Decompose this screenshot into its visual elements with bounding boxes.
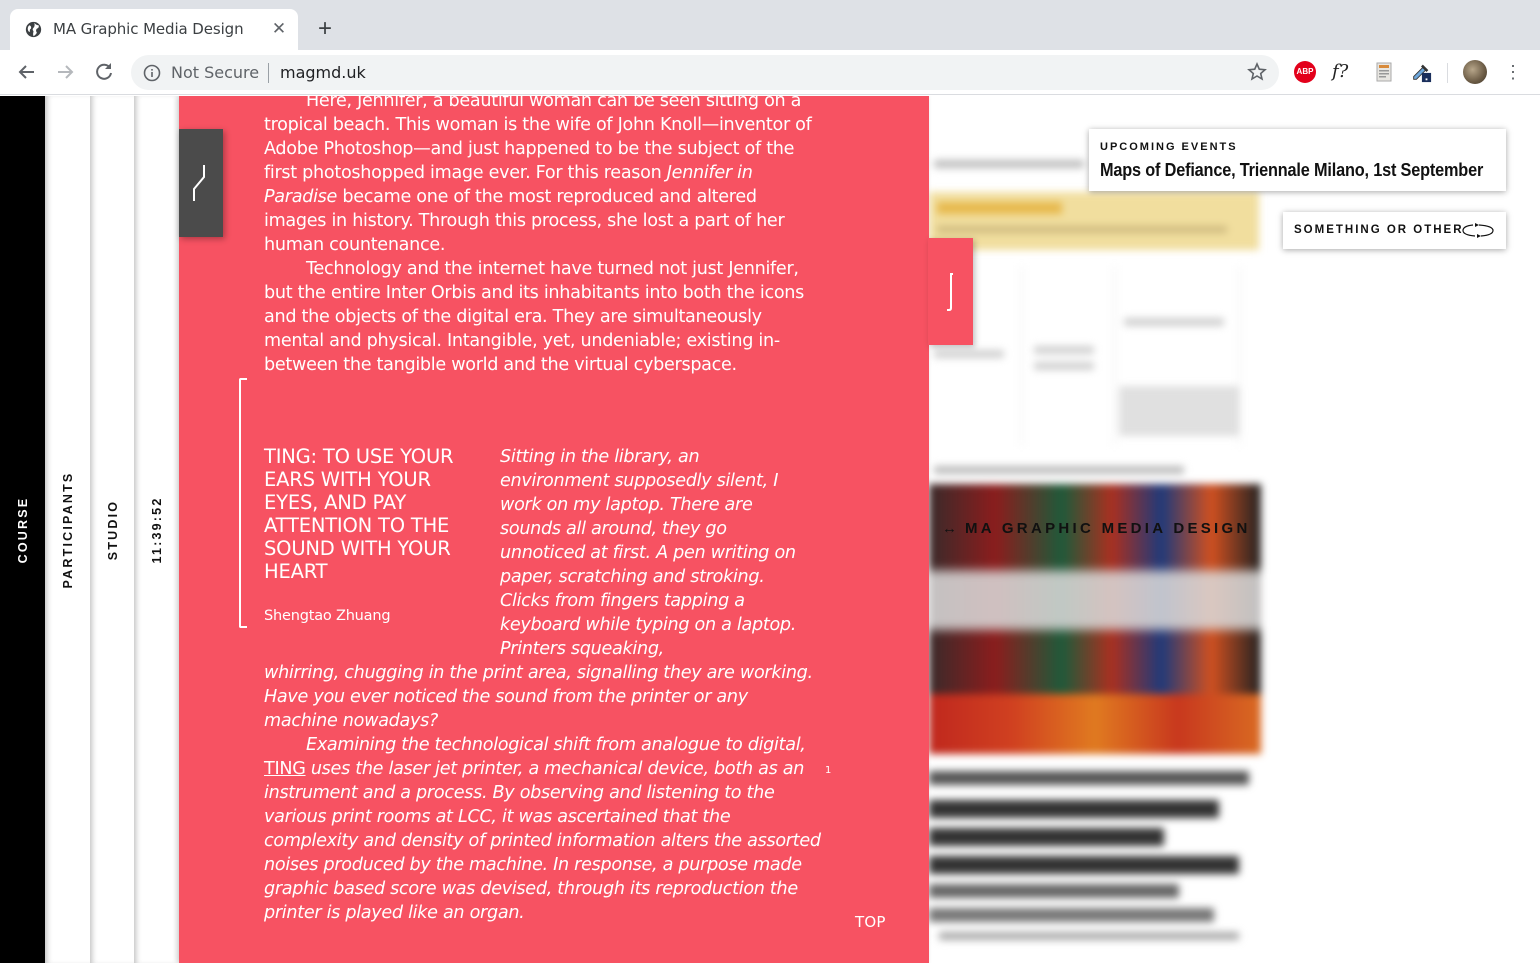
upcoming-event-title[interactable]: Maps of Defiance, Triennale Milano, 1st … xyxy=(1100,159,1483,181)
project-title: TING: TO USE YOUR EARS WITH YOUR EYES, A… xyxy=(264,445,454,583)
blurred-image-placeholder xyxy=(1119,386,1239,436)
paragraph-text: Examining the technological shift from a… xyxy=(306,735,806,755)
toolbar-divider xyxy=(1447,63,1448,83)
cycle-arrows-icon[interactable] xyxy=(1461,222,1495,239)
blurred-column-divider xyxy=(1114,266,1115,446)
blurred-headline-line xyxy=(929,828,1164,846)
nav-strip-studio[interactable]: STUDIO xyxy=(90,96,135,963)
blurred-text-line xyxy=(1034,346,1094,354)
color-picker-extension-icon[interactable] xyxy=(1410,61,1432,83)
new-tab-button[interactable]: + xyxy=(312,17,338,43)
ting-link[interactable]: TING xyxy=(264,759,306,779)
nav-course-label: COURSE xyxy=(15,496,30,564)
something-or-other-label: SOMETHING OR OTHER xyxy=(1294,224,1464,236)
site-caption-label: MA GRAPHIC MEDIA DESIGN xyxy=(965,520,1251,537)
blurred-image-stripe xyxy=(929,694,1261,754)
blurred-text-line xyxy=(934,160,1084,168)
footnote-marker[interactable]: 1 xyxy=(825,765,831,776)
project-intro-continued: whirring, chugging in the print area, si… xyxy=(264,663,813,731)
upcoming-events-label: UPCOMING EVENTS xyxy=(1100,141,1238,153)
project-body: whirring, chugging in the print area, si… xyxy=(264,661,824,925)
paragraph-text: became one of the most reproduced and al… xyxy=(264,187,785,255)
blurred-text-line xyxy=(934,466,1184,474)
panel-dark-handle[interactable] xyxy=(179,129,223,237)
font-identifier-extension-icon[interactable]: f? xyxy=(1332,61,1354,83)
reload-icon[interactable] xyxy=(91,59,117,85)
blurred-banner xyxy=(929,192,1259,250)
blurred-text-line xyxy=(929,908,1214,922)
slash-glyph-icon xyxy=(193,165,205,201)
kebab-menu-icon[interactable]: ⋮ xyxy=(1503,61,1523,83)
blurred-headline-line xyxy=(929,856,1239,874)
nav-studio-label: STUDIO xyxy=(105,499,120,561)
bookmark-star-icon[interactable] xyxy=(1246,61,1268,83)
project-intro-italic: Sitting in the library, an environment s… xyxy=(500,447,797,659)
something-or-other-card[interactable]: SOMETHING OR OTHER xyxy=(1283,212,1506,249)
close-tab-icon[interactable]: ✕ xyxy=(269,19,289,39)
security-status: Not Secure xyxy=(171,63,260,82)
blurred-text-line xyxy=(1124,318,1224,326)
site-caption[interactable]: ↔ MA GRAPHIC MEDIA DESIGN xyxy=(942,520,1251,537)
paragraph-technology: Technology and the internet have turned … xyxy=(264,259,805,375)
integral-glyph-icon xyxy=(947,273,953,311)
paragraph-jennifer: Here, Jennifer, a beautiful woman can be… xyxy=(264,96,824,257)
article-intro: Here, Jennifer, a beautiful woman can be… xyxy=(264,96,824,377)
project-bracket xyxy=(239,378,247,628)
blurred-column-divider xyxy=(1021,266,1022,446)
blurred-text-line xyxy=(1034,362,1094,370)
globe-icon xyxy=(25,21,42,38)
tab-title: MA Graphic Media Design xyxy=(53,20,244,38)
nav-strip-clock: 11:39:52 xyxy=(134,96,179,963)
browser-toolbar: Not Secure magmd.uk ABP f? ⋮ xyxy=(0,50,1540,95)
nav-strip-participants[interactable]: PARTICIPANTS xyxy=(45,96,90,963)
url-text[interactable]: magmd.uk xyxy=(280,63,366,82)
paragraph-examining: Examining the technological shift from a… xyxy=(264,733,824,925)
adblock-extension-icon[interactable]: ABP xyxy=(1294,61,1316,83)
blurred-banner-heading xyxy=(937,202,1062,214)
nav-strip-course[interactable]: COURSE xyxy=(0,96,45,963)
article-panel: Here, Jennifer, a beautiful woman can be… xyxy=(179,96,929,963)
profile-avatar[interactable] xyxy=(1463,60,1487,84)
blurred-headline-line xyxy=(929,771,1249,785)
horizontal-arrows-icon: ↔ xyxy=(942,520,957,537)
back-to-top-link[interactable]: TOP xyxy=(855,913,886,931)
forward-arrow-icon[interactable] xyxy=(52,59,78,85)
project-author[interactable]: Shengtao Zhuang xyxy=(264,608,391,624)
blurred-banner-text xyxy=(937,226,1227,233)
document-extension-icon[interactable] xyxy=(1373,61,1395,83)
omnibox-divider xyxy=(268,63,269,83)
address-bar[interactable]: Not Secure magmd.uk xyxy=(131,55,1279,90)
info-icon[interactable] xyxy=(143,64,161,82)
page-viewport: ↔ MA GRAPHIC MEDIA DESIGN UPCOMING EVENTS… xyxy=(0,96,1540,963)
browser-tab[interactable]: MA Graphic Media Design ✕ xyxy=(10,9,298,50)
panel-red-handle[interactable] xyxy=(928,238,973,345)
blurred-text-line xyxy=(929,884,1179,898)
nav-participants-label: PARTICIPANTS xyxy=(60,471,75,589)
back-arrow-icon[interactable] xyxy=(14,59,40,85)
browser-tab-strip: MA Graphic Media Design ✕ + xyxy=(0,0,1540,50)
blurred-headline-line xyxy=(929,800,1219,818)
blurred-column-divider xyxy=(1239,266,1240,446)
clock-readout: 11:39:52 xyxy=(149,496,164,564)
blurred-text-line xyxy=(934,350,1004,358)
upcoming-events-card[interactable]: UPCOMING EVENTS Maps of Defiance, Trienn… xyxy=(1089,129,1506,191)
paragraph-text: uses the laser jet printer, a mechanical… xyxy=(264,759,821,923)
blurred-text-line xyxy=(939,932,1239,940)
